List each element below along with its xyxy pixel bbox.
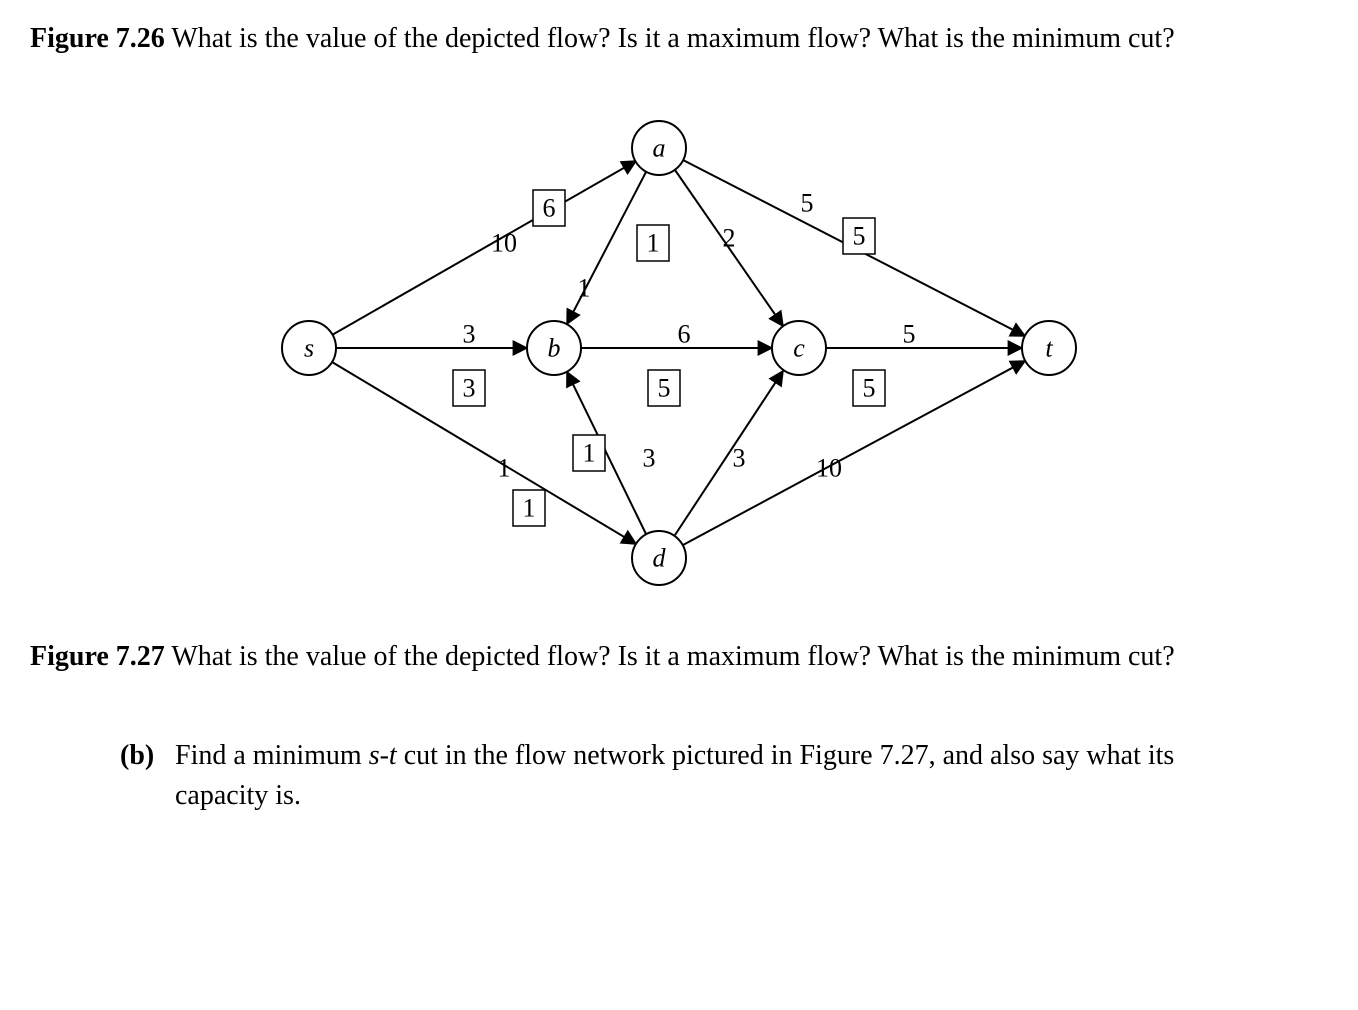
cap-s-b: 3 bbox=[463, 319, 476, 348]
question-b-marker: (b) bbox=[120, 736, 175, 817]
cap-a-b: 1 bbox=[578, 273, 591, 302]
svg-text:5: 5 bbox=[658, 373, 671, 402]
flow-b-c: 5 bbox=[648, 370, 680, 406]
cap-c-t: 5 bbox=[903, 319, 916, 348]
flow-a-t: 5 bbox=[843, 218, 875, 254]
svg-text:b: b bbox=[548, 333, 561, 362]
svg-text:1: 1 bbox=[523, 493, 536, 522]
cap-d-c: 3 bbox=[733, 443, 746, 472]
svg-text:s: s bbox=[304, 333, 314, 362]
cap-d-b: 3 bbox=[643, 443, 656, 472]
flow-s-d: 1 bbox=[513, 490, 545, 526]
svg-text:5: 5 bbox=[863, 373, 876, 402]
graph-svg: 10 3 1 1 2 5 6 3 3 5 10 6 3 1 bbox=[229, 88, 1129, 618]
flow-network-diagram: 10 3 1 1 2 5 6 3 3 5 10 6 3 1 bbox=[30, 88, 1328, 618]
node-t: t bbox=[1022, 321, 1076, 375]
flow-d-b: 1 bbox=[573, 435, 605, 471]
svg-text:c: c bbox=[793, 333, 805, 362]
figure-7-26-caption: Figure 7.26 What is the value of the dep… bbox=[30, 20, 1328, 58]
node-b: b bbox=[527, 321, 581, 375]
flow-s-a: 6 bbox=[533, 190, 565, 226]
flow-s-b: 3 bbox=[453, 370, 485, 406]
figure-7-26-text: What is the value of the depicted flow? … bbox=[171, 23, 1174, 54]
edge-d-c bbox=[675, 371, 783, 535]
cap-b-c: 6 bbox=[678, 319, 691, 348]
svg-text:a: a bbox=[653, 133, 666, 162]
cap-a-c: 2 bbox=[723, 223, 736, 252]
svg-text:t: t bbox=[1045, 333, 1053, 362]
cap-d-t: 10 bbox=[816, 453, 842, 482]
cap-a-t: 5 bbox=[801, 188, 814, 217]
edge-s-a bbox=[332, 161, 636, 335]
flow-c-t: 5 bbox=[853, 370, 885, 406]
cap-s-a: 10 bbox=[491, 228, 517, 257]
question-b: (b) Find a minimum s-t cut in the flow n… bbox=[30, 736, 1328, 817]
svg-text:1: 1 bbox=[647, 228, 660, 257]
svg-text:5: 5 bbox=[853, 221, 866, 250]
svg-text:1: 1 bbox=[583, 438, 596, 467]
page: Figure 7.26 What is the value of the dep… bbox=[0, 0, 1358, 1010]
svg-text:6: 6 bbox=[543, 193, 556, 222]
cap-s-d: 1 bbox=[498, 453, 511, 482]
node-s: s bbox=[282, 321, 336, 375]
figure-7-26-label: Figure 7.26 bbox=[30, 23, 165, 54]
figure-7-27-caption: Figure 7.27 What is the value of the dep… bbox=[30, 638, 1328, 676]
figure-7-27-text: What is the value of the depicted flow? … bbox=[171, 641, 1174, 672]
question-b-body: Find a minimum s-t cut in the flow netwo… bbox=[175, 736, 1328, 817]
node-a: a bbox=[632, 121, 686, 175]
svg-text:d: d bbox=[653, 543, 667, 572]
figure-7-27-label: Figure 7.27 bbox=[30, 641, 165, 672]
flow-a-b: 1 bbox=[637, 225, 669, 261]
node-c: c bbox=[772, 321, 826, 375]
node-d: d bbox=[632, 531, 686, 585]
svg-text:3: 3 bbox=[463, 373, 476, 402]
